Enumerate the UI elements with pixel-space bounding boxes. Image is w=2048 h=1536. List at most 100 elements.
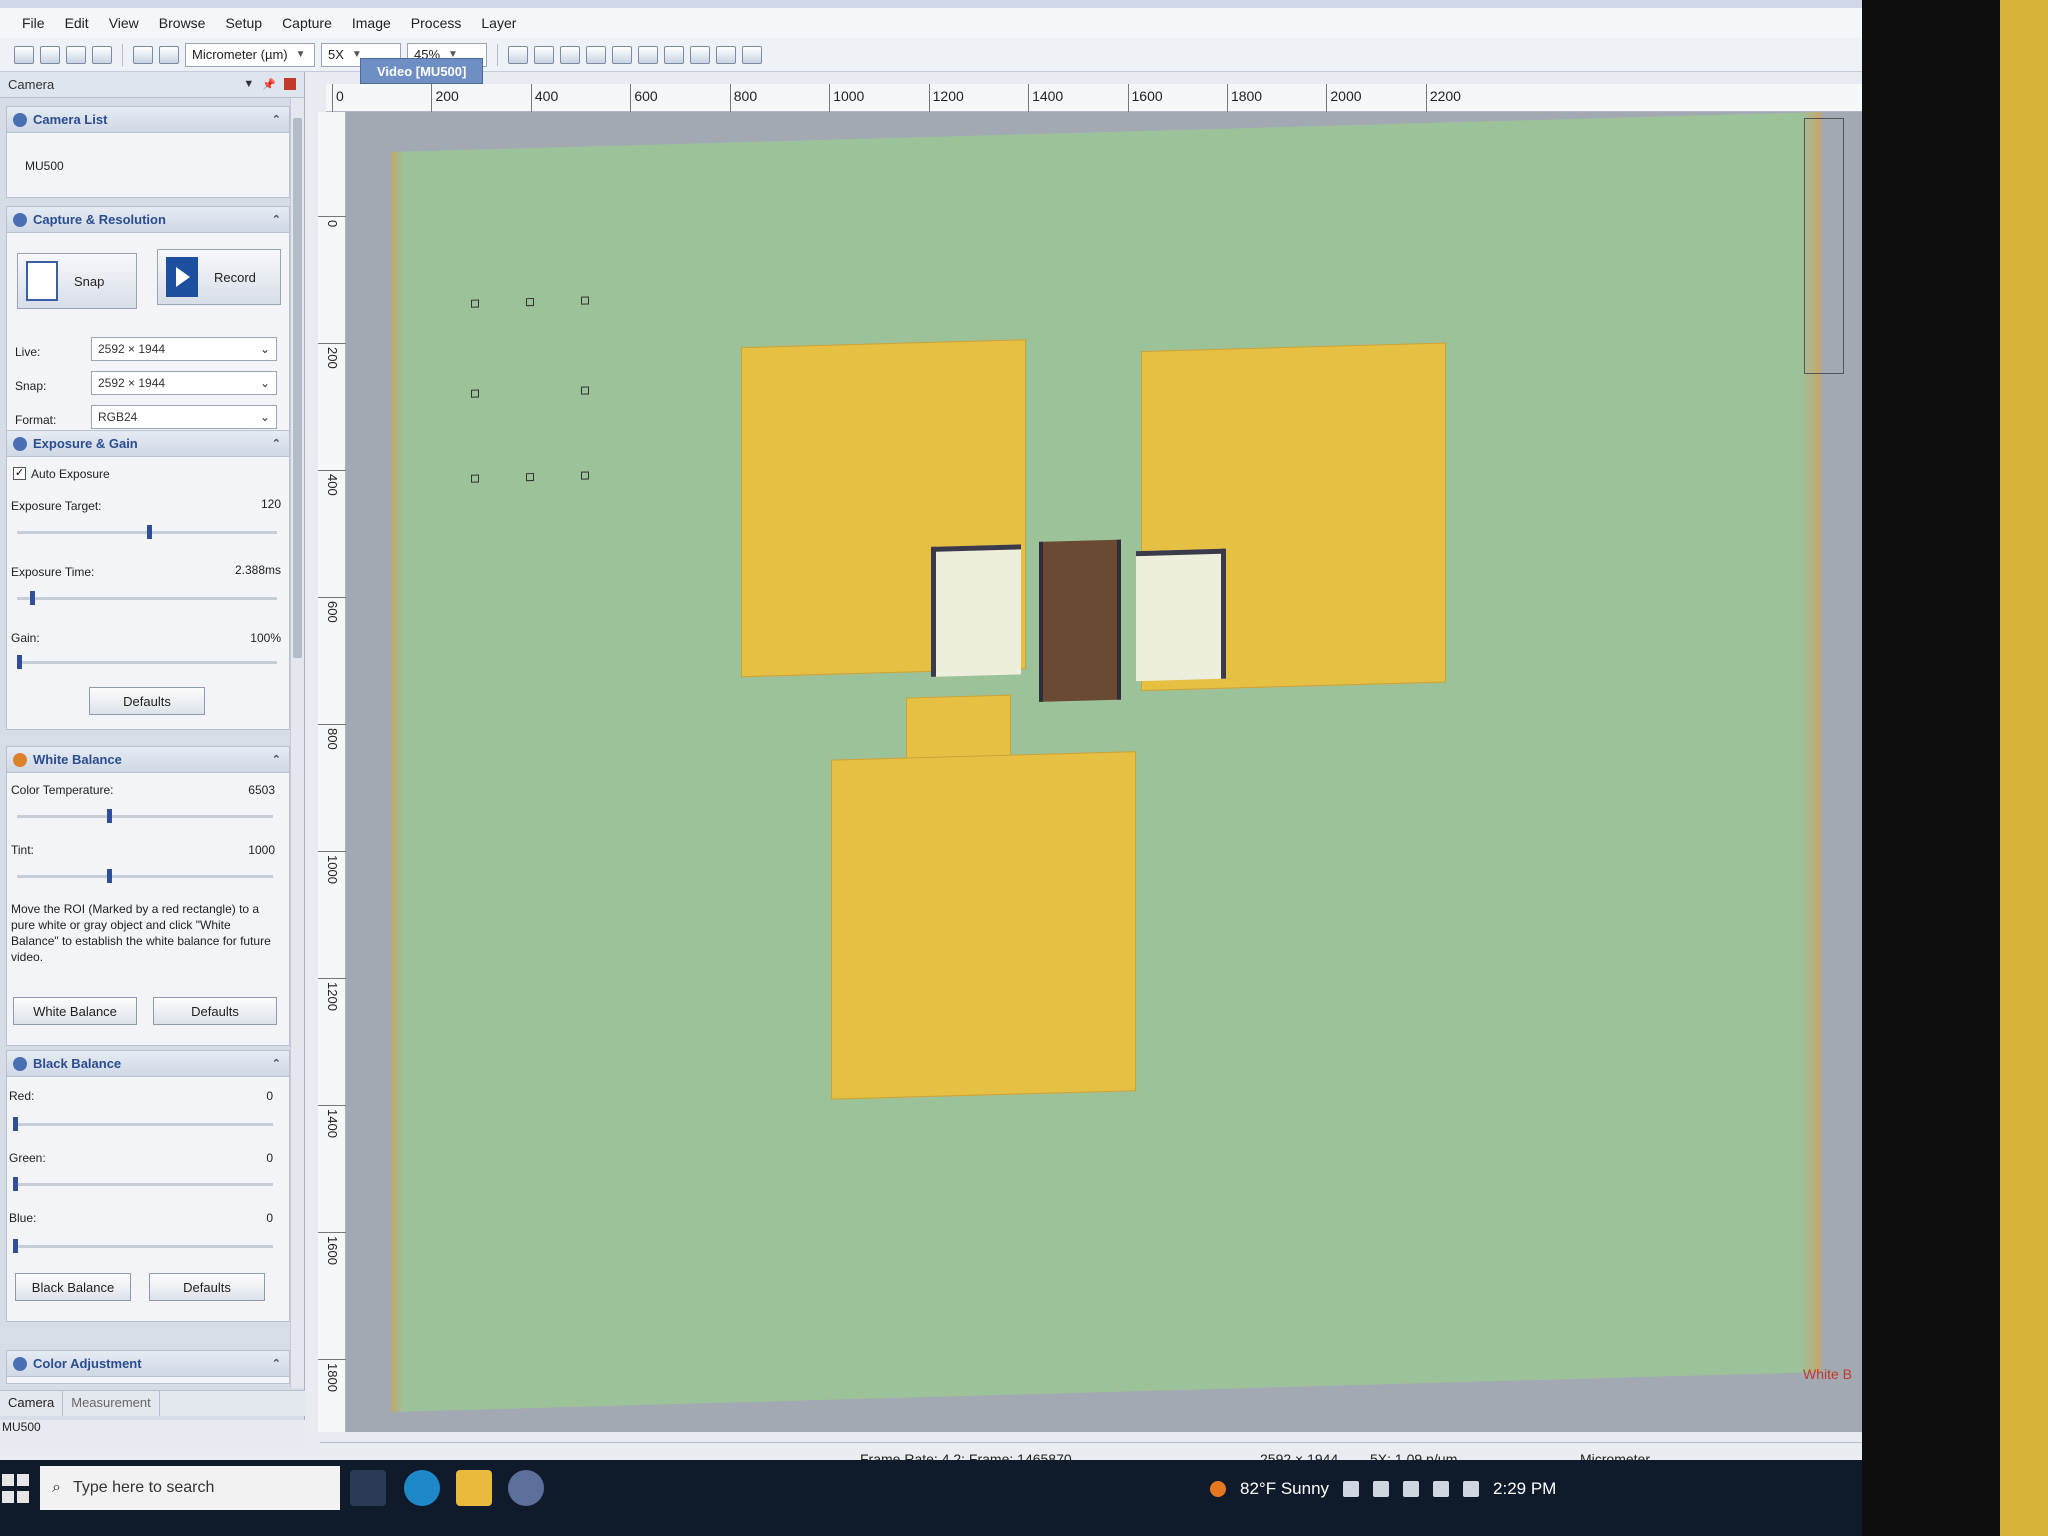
exposure-defaults-button[interactable]: Defaults xyxy=(89,687,205,715)
file-explorer-icon[interactable] xyxy=(456,1470,492,1506)
camera-list-header[interactable]: Camera List ⌃ xyxy=(7,107,289,133)
weather-text[interactable]: 82°F Sunny xyxy=(1240,1479,1329,1499)
weather-icon[interactable] xyxy=(1210,1481,1226,1497)
collapse-icon[interactable]: ⌃ xyxy=(272,1057,281,1070)
video-canvas[interactable]: White B xyxy=(346,112,1862,1432)
save-all-icon[interactable] xyxy=(66,45,86,64)
menu-setup[interactable]: Setup xyxy=(225,15,262,31)
taskbar-search[interactable]: ⌕ Type here to search xyxy=(40,1466,340,1510)
color-temp-thumb[interactable] xyxy=(106,809,112,823)
tint-slider[interactable] xyxy=(17,875,273,878)
roi-rectangle[interactable] xyxy=(1804,118,1844,374)
exposure-header[interactable]: Exposure & Gain ⌃ xyxy=(7,431,289,457)
unit-select[interactable]: Micrometer (µm) ▼ xyxy=(185,42,315,67)
menu-browse[interactable]: Browse xyxy=(159,15,206,31)
black-balance-header[interactable]: Black Balance ⌃ xyxy=(7,1051,289,1077)
windows-start-icon[interactable] xyxy=(2,1474,32,1504)
selection-handle[interactable] xyxy=(526,472,534,482)
selection-handle[interactable] xyxy=(471,474,479,483)
ruler-label: 0 xyxy=(325,220,340,228)
live-resolution-select[interactable]: 2592 × 1944 ⌄ xyxy=(91,337,277,361)
tab-measurement[interactable]: Measurement xyxy=(63,1391,160,1416)
tab-camera[interactable]: Camera xyxy=(0,1391,64,1416)
white-balance-header[interactable]: White Balance ⌃ xyxy=(7,747,289,773)
play-icon xyxy=(166,257,198,297)
collapse-icon[interactable]: ⌃ xyxy=(272,113,281,126)
exposure-target-thumb[interactable] xyxy=(147,525,152,539)
volume-icon[interactable] xyxy=(1463,1481,1480,1497)
blue-slider[interactable] xyxy=(13,1245,273,1248)
exposure-time-thumb[interactable] xyxy=(30,591,35,605)
ruler-label: 2200 xyxy=(1429,88,1461,104)
black-balance-button[interactable]: Black Balance xyxy=(15,1273,131,1301)
document-tab-bar: Video [MU500] xyxy=(320,54,1862,84)
scrollbar-thumb[interactable] xyxy=(293,118,302,658)
device-window-right xyxy=(1136,548,1226,682)
collapse-icon[interactable]: ⌃ xyxy=(272,1357,281,1370)
ruler-label: 200 xyxy=(435,88,459,104)
selection-handle[interactable] xyxy=(526,297,534,307)
camera-list-item[interactable]: MU500 xyxy=(25,159,64,173)
ruler-tick xyxy=(829,84,831,112)
menu-file[interactable]: File xyxy=(22,15,45,31)
ruler-tick xyxy=(1326,84,1328,112)
auto-exposure-checkbox[interactable]: ✓ xyxy=(13,467,26,480)
red-thumb[interactable] xyxy=(13,1117,18,1131)
snap-resolution-label: Snap: xyxy=(15,379,47,393)
selection-handle[interactable] xyxy=(581,471,589,480)
edge-browser-icon[interactable] xyxy=(404,1470,440,1506)
menu-layer[interactable]: Layer xyxy=(481,15,516,31)
browse-icon[interactable] xyxy=(133,45,153,64)
tint-thumb[interactable] xyxy=(106,869,112,883)
menu-view[interactable]: View xyxy=(109,15,139,31)
network-icon[interactable] xyxy=(1433,1481,1450,1497)
collapse-icon[interactable]: ⌃ xyxy=(272,213,281,226)
gain-slider[interactable] xyxy=(17,661,277,664)
close-icon[interactable] xyxy=(284,78,296,90)
dropdown-icon[interactable]: ▼ xyxy=(243,78,254,91)
collapse-icon[interactable]: ⌃ xyxy=(272,753,281,766)
tray-app-icon[interactable] xyxy=(1373,1481,1390,1497)
selection-handle[interactable] xyxy=(581,296,589,305)
pin-icon[interactable]: 📌 xyxy=(262,78,276,91)
panel-scrollbar[interactable] xyxy=(290,98,304,1388)
clock-time[interactable]: 2:29 PM xyxy=(1493,1479,1556,1499)
gain-thumb[interactable] xyxy=(17,655,22,669)
selection-handle[interactable] xyxy=(471,389,479,398)
menu-image[interactable]: Image xyxy=(352,15,391,31)
task-view-icon[interactable] xyxy=(350,1470,386,1506)
camera-app-icon[interactable] xyxy=(508,1470,544,1506)
snap-resolution-select[interactable]: 2592 × 1944 ⌄ xyxy=(91,371,277,395)
capture-header[interactable]: Capture & Resolution ⌃ xyxy=(7,207,289,233)
selection-handle[interactable] xyxy=(471,299,479,308)
ruler-label: 1000 xyxy=(325,855,340,884)
blue-label: Blue: xyxy=(9,1211,37,1225)
color-adjustment-header[interactable]: Color Adjustment ⌃ xyxy=(7,1351,289,1377)
tab-video-mu500[interactable]: Video [MU500] xyxy=(360,58,484,84)
white-balance-defaults-button[interactable]: Defaults xyxy=(153,997,277,1025)
color-temp-slider[interactable] xyxy=(17,815,273,818)
menu-edit[interactable]: Edit xyxy=(65,15,89,31)
record-button[interactable]: Record xyxy=(157,249,281,305)
menu-capture[interactable]: Capture xyxy=(282,15,332,31)
green-slider[interactable] xyxy=(13,1183,273,1186)
collapse-icon[interactable]: ⌃ xyxy=(272,437,281,450)
menu-process[interactable]: Process xyxy=(411,15,462,31)
format-select[interactable]: RGB24 ⌄ xyxy=(91,405,277,429)
grid-view-icon[interactable] xyxy=(159,45,179,64)
white-balance-roi-label[interactable]: White B xyxy=(1803,1366,1852,1382)
white-balance-icon xyxy=(13,753,27,768)
tray-app-icon[interactable] xyxy=(1403,1481,1420,1497)
open-folder-icon[interactable] xyxy=(14,45,34,64)
blue-thumb[interactable] xyxy=(13,1239,18,1253)
print-icon[interactable] xyxy=(92,45,112,64)
exposure-time-slider[interactable] xyxy=(17,597,277,600)
save-icon[interactable] xyxy=(40,45,60,64)
snap-button[interactable]: Snap xyxy=(17,253,137,309)
green-thumb[interactable] xyxy=(13,1177,18,1191)
selection-handle[interactable] xyxy=(581,386,589,395)
black-balance-defaults-button[interactable]: Defaults xyxy=(149,1273,265,1301)
tray-app-icon[interactable] xyxy=(1343,1481,1360,1497)
red-slider[interactable] xyxy=(13,1123,273,1126)
white-balance-button[interactable]: White Balance xyxy=(13,997,137,1025)
